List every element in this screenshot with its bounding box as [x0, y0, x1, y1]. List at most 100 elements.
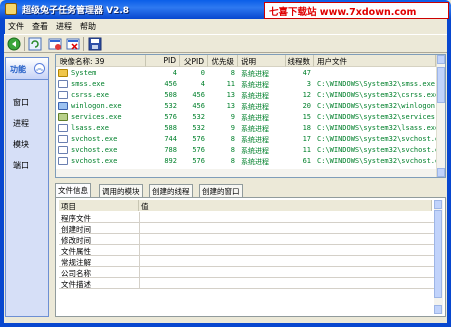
- tab-created-threads[interactable]: 创建的线程: [149, 184, 193, 197]
- menu-process[interactable]: 进程: [56, 21, 72, 32]
- horizontal-scrollbar[interactable]: [56, 169, 436, 177]
- list-item[interactable]: 文件描述: [59, 278, 435, 289]
- function-panel-title: 功能: [10, 65, 26, 74]
- table-row[interactable]: svchost.exe 744 576 8 系统进程 17 C:\WINDOWS…: [56, 134, 445, 145]
- vertical-scrollbar[interactable]: [436, 55, 445, 177]
- scroll-up-icon[interactable]: [434, 200, 442, 209]
- toolbar: [4, 34, 447, 53]
- cell-ppid: 0: [200, 69, 205, 77]
- column-header-item[interactable]: 项目: [59, 200, 139, 211]
- sidebar-item-processes[interactable]: 进程: [13, 118, 29, 129]
- cell-pid: 744: [164, 135, 177, 143]
- list-item[interactable]: 程序文件: [59, 212, 435, 223]
- scroll-down-icon[interactable]: [434, 305, 442, 314]
- window-title: 超级兔子任务管理器 V2.8: [22, 6, 130, 16]
- scroll-thumb[interactable]: [437, 67, 445, 103]
- folder-icon: [58, 69, 68, 77]
- function-panel-header[interactable]: 功能 ︽: [6, 58, 48, 80]
- table-row[interactable]: svchost.exe 892 576 8 系统进程 61 C:\WINDOWS…: [56, 156, 445, 167]
- column-header-user-file[interactable]: 用户文件: [314, 55, 436, 67]
- list-item[interactable]: 修改时间: [59, 234, 435, 245]
- scroll-down-icon[interactable]: [437, 168, 445, 177]
- exe-icon: [58, 157, 68, 165]
- table-row[interactable]: services.exe 576 532 9 系统进程 15 C:\WINDOW…: [56, 112, 445, 123]
- list-item[interactable]: 常规注解: [59, 256, 435, 267]
- column-header-ppid[interactable]: 父PID: [180, 55, 208, 67]
- cell-threads: 47: [302, 69, 311, 77]
- column-header-pid[interactable]: PID: [146, 55, 180, 67]
- column-header-threads[interactable]: 线程数: [286, 55, 314, 67]
- cell-description: 系统进程: [241, 136, 269, 144]
- cell-divider: [139, 234, 140, 245]
- table-row[interactable]: lsass.exe 588 532 9 系统进程 18 C:\WINDOWS\s…: [56, 123, 439, 134]
- services-icon: [58, 113, 68, 121]
- list-item[interactable]: 公司名称: [59, 267, 435, 278]
- cell-path: C:\WINDOWS\system32\csrss.exe: [317, 91, 440, 99]
- cell-description: 系统进程: [241, 147, 269, 155]
- window-frame-left: [0, 19, 4, 327]
- cell-divider: [139, 256, 140, 267]
- cell-ppid: 456: [192, 102, 205, 110]
- cell-ppid: 456: [192, 91, 205, 99]
- table-row[interactable]: smss.exe 456 4 11 系统进程 3 C:\WINDOWS\Syst…: [56, 79, 436, 90]
- table-row[interactable]: winlogon.exe 532 456 13 系统进程 20 C:\WINDO…: [56, 101, 445, 112]
- column-header-image-name[interactable]: 映像名称: 39: [56, 55, 146, 67]
- cell-ppid: 532: [192, 113, 205, 121]
- cell-path: C:\WINDOWS\System32\smss.exe: [317, 80, 436, 88]
- cell-name: svchost.exe: [71, 146, 118, 154]
- menu-file[interactable]: 文件: [8, 21, 24, 32]
- title-bar[interactable]: 超级兔子任务管理器 V2.8 七喜下载站 www.7xdown.com: [0, 0, 451, 19]
- back-icon[interactable]: [7, 37, 21, 51]
- cell-description: 系统进程: [241, 70, 269, 78]
- sidebar-item-modules[interactable]: 模块: [13, 139, 29, 150]
- exe-icon: [58, 80, 68, 88]
- menu-help[interactable]: 帮助: [80, 21, 96, 32]
- cell-path: C:\WINDOWS\system32\services.exe: [317, 113, 446, 121]
- tab-loaded-modules[interactable]: 调用的模块: [99, 184, 143, 197]
- tab-created-windows[interactable]: 创建的窗口: [199, 184, 243, 197]
- cell-name: lsass.exe: [71, 124, 109, 132]
- exe-icon: [58, 146, 68, 154]
- tab-file-info[interactable]: 文件信息: [55, 183, 91, 197]
- cell-pid: 788: [164, 146, 177, 154]
- collapse-icon[interactable]: ︽: [34, 63, 45, 74]
- cell-ppid: 576: [192, 135, 205, 143]
- process-list[interactable]: 映像名称: 39 PID 父PID 优先级 说明 线程数 用户文件 System…: [55, 54, 446, 178]
- cell-divider: [139, 212, 140, 223]
- cell-ppid: 576: [192, 146, 205, 154]
- window-frame-bottom: [0, 323, 451, 327]
- scroll-thumb[interactable]: [434, 210, 442, 298]
- end-process-icon[interactable]: [66, 37, 80, 51]
- scroll-up-icon[interactable]: [437, 55, 445, 64]
- column-header-value[interactable]: 值: [139, 200, 432, 211]
- properties-icon[interactable]: [48, 37, 62, 51]
- cell-name: smss.exe: [71, 80, 105, 88]
- save-icon[interactable]: [88, 37, 102, 51]
- column-header-priority[interactable]: 优先级: [208, 55, 238, 67]
- cell-divider: [139, 278, 140, 289]
- cell-threads: 18: [302, 124, 311, 132]
- table-row[interactable]: System 4 0 8 系统进程 47: [56, 68, 436, 79]
- exe-icon: [58, 124, 68, 132]
- sidebar-item-windows[interactable]: 窗口: [13, 97, 29, 108]
- file-info-pane[interactable]: 项目 值 程序文件 创建时间 修改时间 文件属性 常规注解 公司名称 文件描述: [55, 197, 446, 317]
- column-header-description[interactable]: 说明: [238, 55, 286, 67]
- cell-description: 系统进程: [241, 81, 269, 89]
- cell-priority: 9: [230, 124, 235, 132]
- detail-vertical-scrollbar[interactable]: [434, 200, 443, 314]
- cell-priority: 8: [230, 146, 235, 154]
- cell-threads: 17: [302, 135, 311, 143]
- menu-view[interactable]: 查看: [32, 21, 48, 32]
- cell-path: C:\WINDOWS\system32\winlogon.exe: [317, 102, 446, 110]
- table-row[interactable]: svchost.exe 788 576 8 系统进程 11 C:\WINDOWS…: [56, 145, 445, 156]
- list-item[interactable]: 创建时间: [59, 223, 435, 234]
- cell-name: csrss.exe: [71, 91, 109, 99]
- cell-ppid: 4: [200, 80, 205, 88]
- cell-threads: 11: [302, 146, 311, 154]
- cell-path: C:\WINDOWS\system32\svchost.exe: [317, 135, 446, 143]
- function-panel: 功能 ︽ 窗口 进程 模块 端口: [5, 57, 49, 317]
- refresh-icon[interactable]: [28, 37, 42, 51]
- table-row[interactable]: csrss.exe 508 456 13 系统进程 12 C:\WINDOWS\…: [56, 90, 440, 101]
- sidebar-item-ports[interactable]: 端口: [13, 160, 29, 171]
- list-item[interactable]: 文件属性: [59, 245, 435, 256]
